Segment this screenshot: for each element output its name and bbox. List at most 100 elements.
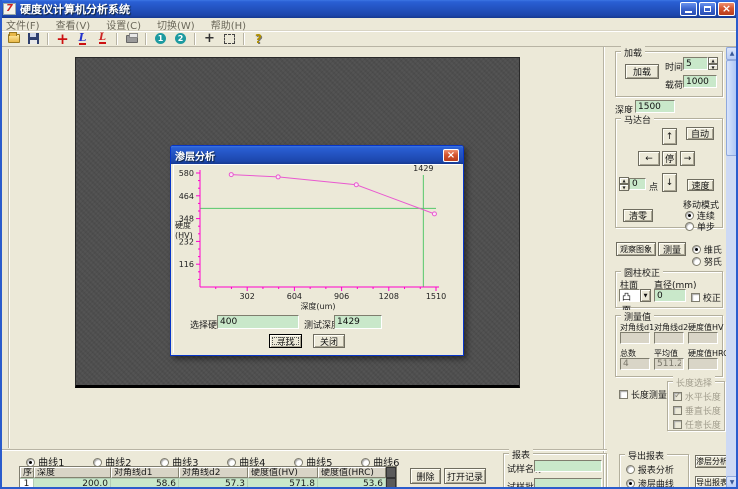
menu-item-3[interactable]: 设置(C) [106, 17, 141, 32]
red-cross-icon[interactable]: + [53, 31, 72, 46]
sample-batch-field[interactable] [534, 478, 602, 489]
correct-option[interactable]: 校正 [691, 291, 721, 304]
table-header-cell[interactable]: 对角线d1 [111, 467, 179, 478]
motor-right-button[interactable]: → [680, 151, 695, 166]
mode-step-option[interactable]: 单步 [685, 220, 715, 233]
close-button[interactable]: × [718, 2, 735, 16]
delete-button[interactable]: 删除 [410, 468, 441, 484]
toolbar-separator [145, 33, 147, 45]
svg-text:(HV): (HV) [175, 231, 193, 240]
point-spinner[interactable]: ▲▼ [619, 177, 629, 191]
crosshair-icon[interactable]: + [200, 31, 219, 46]
sample-name-field[interactable] [534, 460, 602, 472]
svg-text:580: 580 [179, 169, 194, 178]
restore-button[interactable] [699, 2, 716, 16]
motor-left-button[interactable]: ← [638, 151, 660, 166]
clear-button[interactable]: 清零 [623, 209, 653, 222]
time-field[interactable] [683, 57, 708, 70]
toolbar-separator [243, 33, 245, 45]
table-cell: 53.6 [318, 478, 386, 489]
open-folder-icon[interactable] [4, 31, 23, 46]
measure-button[interactable]: 测量 [658, 242, 686, 256]
length-measure-option[interactable]: 长度测量 [619, 388, 667, 401]
depth-field[interactable] [635, 100, 675, 113]
total-field [620, 358, 650, 370]
knoop-option[interactable]: 努氏 [692, 255, 722, 268]
knoop-radio[interactable] [692, 257, 701, 266]
time-label: 时间 [665, 60, 683, 73]
motor-up-button[interactable]: ↑ [662, 128, 677, 145]
layer-curve-radio[interactable] [626, 479, 635, 488]
camera2-icon[interactable]: 2 [171, 31, 190, 46]
svg-text:302: 302 [240, 292, 255, 301]
values-group: 测量值 对角线d1 对角线d2 硬度值HV 总数 平均值 硬度值HRC [615, 315, 723, 377]
left-splitter[interactable] [8, 49, 10, 448]
report-group-title: 报表 [509, 448, 533, 461]
diameter-field[interactable] [654, 289, 686, 302]
dropdown-arrow-icon[interactable]: ▼ [640, 289, 651, 302]
menu-item-5[interactable]: 帮助(H) [211, 17, 246, 32]
vickers-radio[interactable] [692, 245, 701, 254]
dialog-title: 渗层分析 [175, 148, 215, 163]
menu-item-1[interactable]: 文件(F) [6, 17, 40, 32]
report-analysis-option[interactable]: 报表分析 [626, 463, 674, 476]
select-hardness-field[interactable] [217, 315, 299, 329]
mode-step-radio[interactable] [685, 222, 694, 231]
speed-button[interactable]: 速度 [687, 179, 714, 191]
mode-continuous-radio[interactable] [685, 211, 694, 220]
surface-dropdown[interactable]: 凸面 ▼ [619, 289, 651, 302]
hv-field [688, 332, 718, 344]
test-depth-field[interactable] [334, 315, 382, 329]
vertical-length-option[interactable]: 垂直长度 [673, 404, 721, 417]
table-header-cell[interactable]: 序号 [20, 467, 34, 478]
menu-item-4[interactable]: 切换(W) [157, 17, 195, 32]
report-analysis-radio[interactable] [626, 465, 635, 474]
print-icon[interactable] [122, 31, 141, 46]
observe-image-button[interactable]: 观察图象 [616, 242, 656, 256]
scrollbar-thumb[interactable] [726, 60, 738, 156]
correct-checkbox[interactable] [691, 293, 700, 302]
table-row[interactable]: 1200.058.657.3571.853.6 [20, 478, 396, 489]
free-length-option[interactable]: 任意长度 [673, 418, 721, 431]
find-button[interactable]: 寻找 [269, 334, 302, 348]
layer-curve-option[interactable]: 渗层曲线 [626, 477, 674, 489]
svg-text:深度(um): 深度(um) [300, 301, 335, 311]
time-spinner[interactable]: ▲▼ [708, 57, 718, 70]
camera1-icon[interactable]: 1 [151, 31, 170, 46]
layer-analysis-button[interactable]: 渗层分析 [695, 455, 729, 468]
table-header-cell[interactable]: 对角线d2 [179, 467, 248, 478]
open-record-button[interactable]: 打开记录 [444, 468, 486, 484]
scroll-down-icon[interactable]: ▼ [726, 476, 738, 489]
panel-scrollbar[interactable]: ▲ ▼ [726, 47, 738, 489]
bottom-panel: 曲线1 曲线2 曲线3 曲线4 曲线5 曲线6 序号深度对角线d1对角线d2硬度… [0, 450, 607, 489]
selection-frame-icon[interactable] [220, 31, 239, 46]
measure-line1-icon[interactable]: L [73, 31, 92, 46]
save-icon[interactable] [24, 31, 43, 46]
dialog-title-bar[interactable]: 渗层分析 × [171, 146, 463, 164]
app-icon: 7 [3, 3, 16, 15]
measure-line2-icon[interactable]: L [93, 31, 112, 46]
table-filler [386, 467, 396, 478]
point-label: 点 [649, 180, 658, 193]
minimize-button[interactable] [680, 2, 697, 16]
export-report-button[interactable]: 导出报表 [695, 476, 729, 489]
table-header-cell[interactable]: 硬度值(HRC) [318, 467, 386, 478]
table-header-cell[interactable]: 硬度值(HV) [248, 467, 318, 478]
motor-stop-button[interactable]: 停 [662, 151, 677, 166]
svg-text:1510: 1510 [426, 292, 446, 301]
load-button[interactable]: 加载 [625, 64, 659, 79]
dialog-close-icon[interactable]: × [443, 149, 459, 162]
motor-auto-button[interactable]: 自动 [686, 127, 714, 140]
length-measure-checkbox[interactable] [619, 390, 628, 399]
help-icon[interactable]: ? [249, 31, 268, 46]
force-field[interactable] [683, 75, 717, 88]
export-group: 导出报表 报表分析 渗层曲线 [619, 454, 689, 488]
horizontal-length-option[interactable]: 水平长度 [673, 390, 721, 403]
length-select-group: 长度选择 水平长度 垂直长度 任意长度 [667, 381, 725, 431]
dialog-close-button[interactable]: 关闭 [313, 334, 345, 348]
menu-bar: 文件(F)查看(V)设置(C)切换(W)帮助(H) [0, 18, 738, 31]
motor-down-button[interactable]: ↓ [662, 173, 677, 192]
point-field[interactable] [629, 178, 646, 190]
scroll-up-icon[interactable]: ▲ [726, 47, 738, 60]
table-header-cell[interactable]: 深度 [34, 467, 111, 478]
